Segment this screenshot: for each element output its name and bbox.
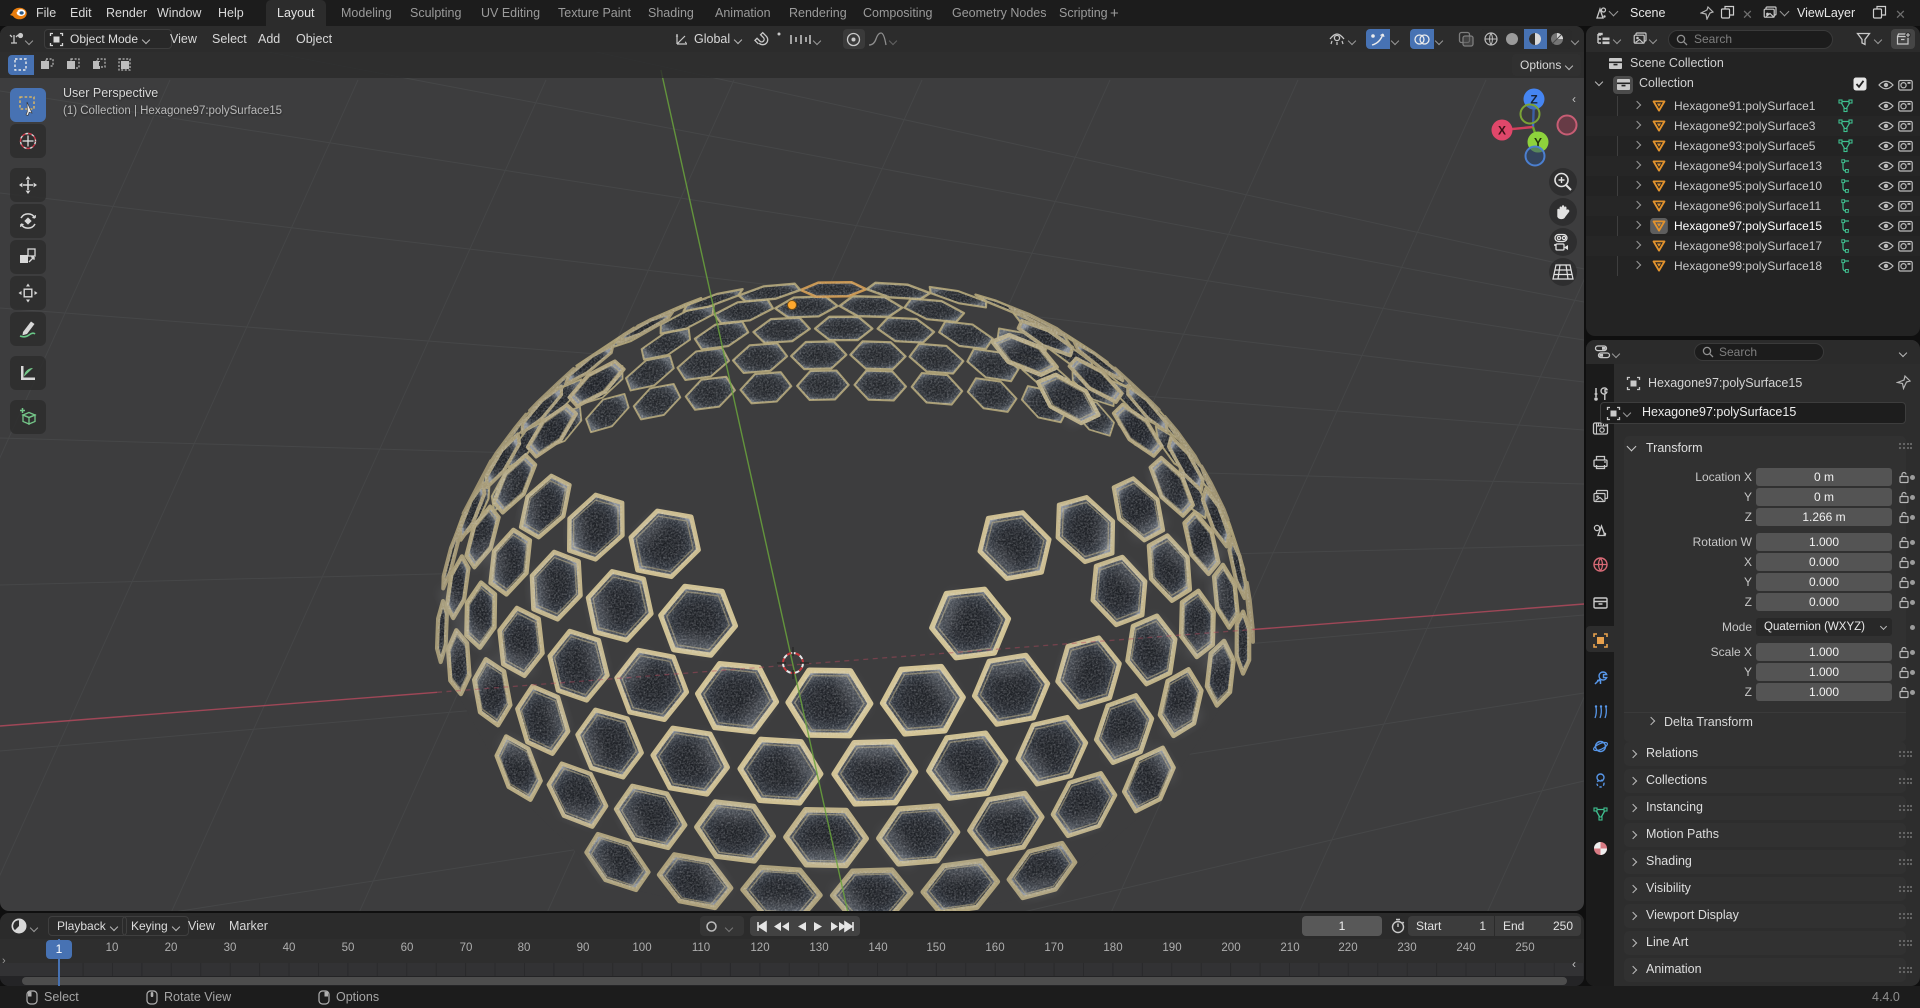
svg-text:X: X — [1498, 124, 1506, 138]
